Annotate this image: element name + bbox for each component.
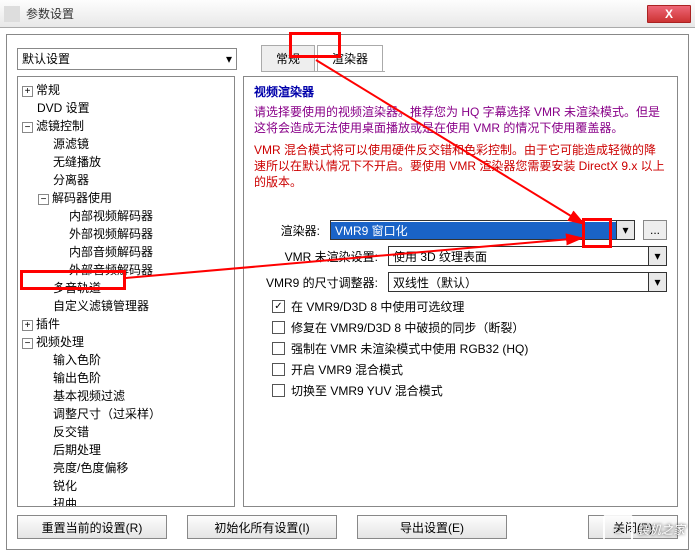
checkbox-1-label: 在 VMR9/D3D 8 中使用可选纹理 — [291, 298, 464, 315]
tree-item[interactable]: DVD 设置 — [37, 101, 90, 115]
vmr9-size-dropdown[interactable]: 双线性（默认） ▾ — [388, 272, 667, 292]
preset-dropdown[interactable]: 默认设置 ▾ — [17, 48, 237, 70]
watermark-text: 装机之家 — [637, 521, 685, 538]
checkbox-3[interactable] — [272, 342, 285, 355]
tree-item[interactable]: 多音轨道 — [53, 281, 101, 295]
checkbox-4-label: 开启 VMR9 混合模式 — [291, 361, 403, 378]
footer: 重置当前的设置(R) 初始化所有设置(I) 导出设置(E) 关闭(P) — [17, 515, 678, 539]
tree-item[interactable]: 输入色阶 — [53, 353, 101, 367]
reset-current-button[interactable]: 重置当前的设置(R) — [17, 515, 167, 539]
tree-item[interactable]: 后期处理 — [53, 443, 101, 457]
tree-item[interactable]: 插件 — [36, 317, 60, 331]
tree-item[interactable]: 外部音频解码器 — [69, 263, 153, 277]
tree-item[interactable]: 调整尺寸（过采样） — [53, 407, 161, 421]
tree-item[interactable]: 锐化 — [53, 479, 77, 493]
tree-item[interactable]: 输出色阶 — [53, 371, 101, 385]
app-icon — [4, 6, 20, 22]
checkbox-2-label: 修复在 VMR9/D3D 8 中破损的同步（断裂） — [291, 319, 524, 336]
tree-item[interactable]: 内部音频解码器 — [69, 245, 153, 259]
tree-item[interactable]: 无缝播放 — [53, 155, 101, 169]
tree-toggle[interactable]: − — [22, 122, 33, 133]
checkbox-4[interactable] — [272, 363, 285, 376]
vmr-unrender-label: VMR 未渲染设置: — [254, 248, 384, 265]
reset-all-button[interactable]: 初始化所有设置(I) — [187, 515, 337, 539]
vmr9-size-value: 双线性（默认） — [389, 274, 648, 291]
checkbox-5[interactable] — [272, 384, 285, 397]
vmr-unrender-value: 使用 3D 纹理表面 — [389, 248, 648, 265]
checkbox-1[interactable]: ✓ — [272, 300, 285, 313]
tree-item[interactable]: 扭曲 — [53, 497, 77, 507]
watermark: ⌂ 装机之家 — [603, 514, 685, 544]
chevron-down-icon[interactable]: ▾ — [616, 221, 634, 239]
main-area: +常规 DVD 设置 −滤镜控制 源滤镜 无缝播放 分离器 −解码器使用 内部视… — [17, 76, 678, 507]
vmr9-size-label: VMR9 的尺寸调整器: — [254, 274, 384, 291]
tree-item-video-processing[interactable]: 视频处理 — [36, 335, 84, 349]
description-2: VMR 混合模式将可以使用硬件反交错和色彩控制。由于它可能造成轻微的降速所以在默… — [254, 142, 667, 190]
tree-toggle[interactable]: + — [22, 86, 33, 97]
tree-item[interactable]: 常规 — [36, 83, 60, 97]
form-area: 渲染器: VMR9 窗口化 ▾ ... VMR 未渲染设置: 使用 3D 纹理表… — [254, 220, 667, 399]
export-button[interactable]: 导出设置(E) — [357, 515, 507, 539]
tree-toggle[interactable]: − — [38, 194, 49, 205]
chevron-down-icon: ▾ — [226, 52, 232, 66]
checkbox-2[interactable] — [272, 321, 285, 334]
tree-item[interactable]: 基本视频过滤 — [53, 389, 125, 403]
tree-item[interactable]: 解码器使用 — [52, 191, 112, 205]
content-panel: 视频渲染器 请选择要使用的视频渲染器。推荐您为 HQ 字幕选择 VMR 未渲染模… — [243, 76, 678, 507]
renderer-value: VMR9 窗口化 — [331, 222, 616, 239]
tree-toggle[interactable]: − — [22, 338, 33, 349]
close-button[interactable]: X — [647, 5, 691, 23]
watermark-icon: ⌂ — [603, 514, 633, 544]
description-1: 请选择要使用的视频渲染器。推荐您为 HQ 字幕选择 VMR 未渲染模式。但是这将… — [254, 104, 667, 136]
tree-item[interactable]: 自定义滤镜管理器 — [53, 299, 149, 313]
vmr-unrender-dropdown[interactable]: 使用 3D 纹理表面 ▾ — [388, 246, 667, 266]
tree-item[interactable]: 亮度/色度偏移 — [53, 461, 128, 475]
renderer-dropdown[interactable]: VMR9 窗口化 ▾ — [330, 220, 635, 240]
checkbox-3-label: 强制在 VMR 未渲染模式中使用 RGB32 (HQ) — [291, 340, 528, 357]
window-body: 默认设置 ▾ 常规 渲染器 +常规 DVD 设置 −滤镜控制 源滤镜 无缝播放 … — [6, 34, 689, 550]
tab-general[interactable]: 常规 — [261, 45, 315, 71]
tab-row: 常规 渲染器 — [261, 45, 385, 72]
tree-item[interactable]: 源滤镜 — [53, 137, 89, 151]
tab-renderer[interactable]: 渲染器 — [317, 45, 383, 71]
tree-item[interactable]: 分离器 — [53, 173, 89, 187]
window-title: 参数设置 — [26, 5, 647, 22]
chevron-down-icon[interactable]: ▾ — [648, 247, 666, 265]
top-bar: 默认设置 ▾ 常规 渲染器 — [17, 45, 678, 72]
tree-item[interactable]: 反交错 — [53, 425, 89, 439]
checkbox-5-label: 切换至 VMR9 YUV 混合模式 — [291, 382, 443, 399]
tree-item[interactable]: 内部视频解码器 — [69, 209, 153, 223]
chevron-down-icon[interactable]: ▾ — [648, 273, 666, 291]
tree-item[interactable]: 外部视频解码器 — [69, 227, 153, 241]
renderer-label: 渲染器: — [254, 222, 326, 239]
renderer-extra-button[interactable]: ... — [643, 220, 667, 240]
section-title: 视频渲染器 — [254, 83, 667, 100]
title-bar: 参数设置 X — [0, 0, 695, 28]
tree-toggle[interactable]: + — [22, 320, 33, 331]
settings-tree[interactable]: +常规 DVD 设置 −滤镜控制 源滤镜 无缝播放 分离器 −解码器使用 内部视… — [17, 76, 235, 507]
tree-item[interactable]: 滤镜控制 — [36, 119, 84, 133]
preset-value: 默认设置 — [22, 50, 70, 67]
